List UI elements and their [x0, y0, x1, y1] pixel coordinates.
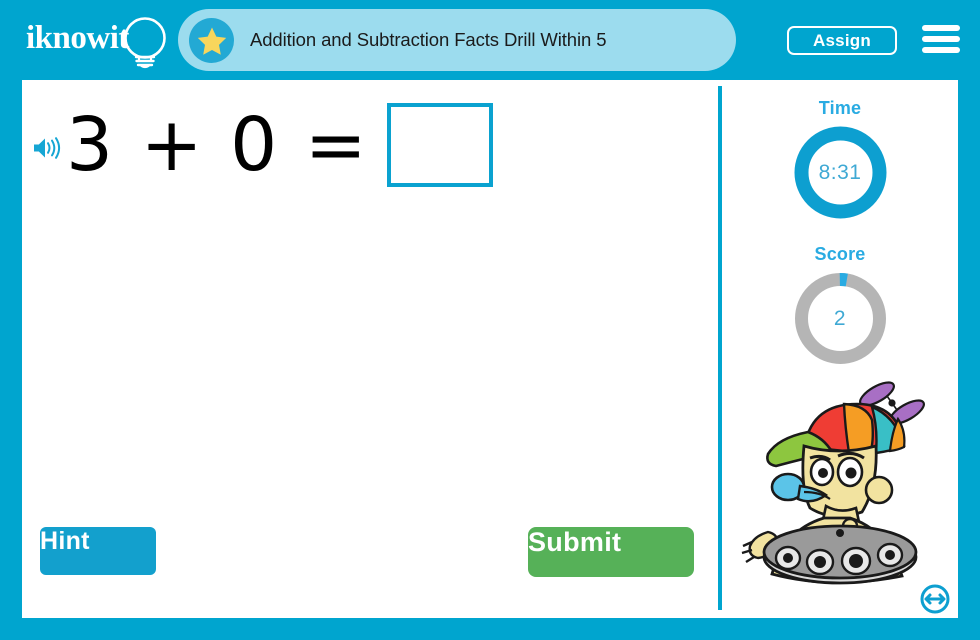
menu-bar-1 — [922, 25, 960, 31]
speaker-glyph — [34, 137, 61, 159]
submit-button[interactable]: Submit — [528, 527, 694, 577]
assign-button[interactable]: Assign — [787, 26, 897, 55]
speaker-icon[interactable] — [30, 131, 64, 165]
iknowit-logo[interactable]: iknowit — [26, 14, 176, 70]
score-ring: 2 — [792, 270, 889, 367]
star-badge — [189, 18, 234, 63]
time-gauge: Time 8:31 — [722, 98, 958, 221]
hint-button[interactable]: Hint — [40, 527, 156, 575]
menu-bar-2 — [922, 36, 960, 42]
time-ring: 8:31 — [792, 124, 889, 221]
page-title: Addition and Subtraction Facts Drill Wit… — [250, 29, 607, 50]
time-label: Time — [818, 98, 862, 118]
content-panel: 3 + 0 = Hint Submit Time 8:31 Score 2 — [22, 80, 958, 618]
app-window: iknowit Addition and Subtraction Facts D… — [0, 0, 980, 640]
hamburger-menu-icon[interactable] — [922, 22, 960, 56]
answer-input[interactable] — [386, 103, 493, 187]
logo-wordmark: iknowit — [26, 20, 129, 56]
resize-horizontal-icon[interactable] — [920, 584, 950, 614]
menu-bar-3 — [922, 47, 960, 53]
app-header: iknowit Addition and Subtraction Facts D… — [0, 0, 980, 80]
robot-mascot-image — [741, 381, 925, 585]
time-value: 8:31 — [818, 160, 862, 184]
math-expression: 3 + 0 = — [66, 102, 369, 188]
score-value: 2 — [833, 306, 847, 330]
star-icon — [197, 27, 226, 55]
score-label: Score — [814, 244, 866, 264]
status-sidebar: Time 8:31 Score 2 — [722, 80, 958, 618]
score-gauge: Score 2 — [722, 244, 958, 367]
lesson-title-banner: Addition and Subtraction Facts Drill Wit… — [178, 9, 736, 71]
question-row: 3 + 0 = — [30, 90, 700, 200]
